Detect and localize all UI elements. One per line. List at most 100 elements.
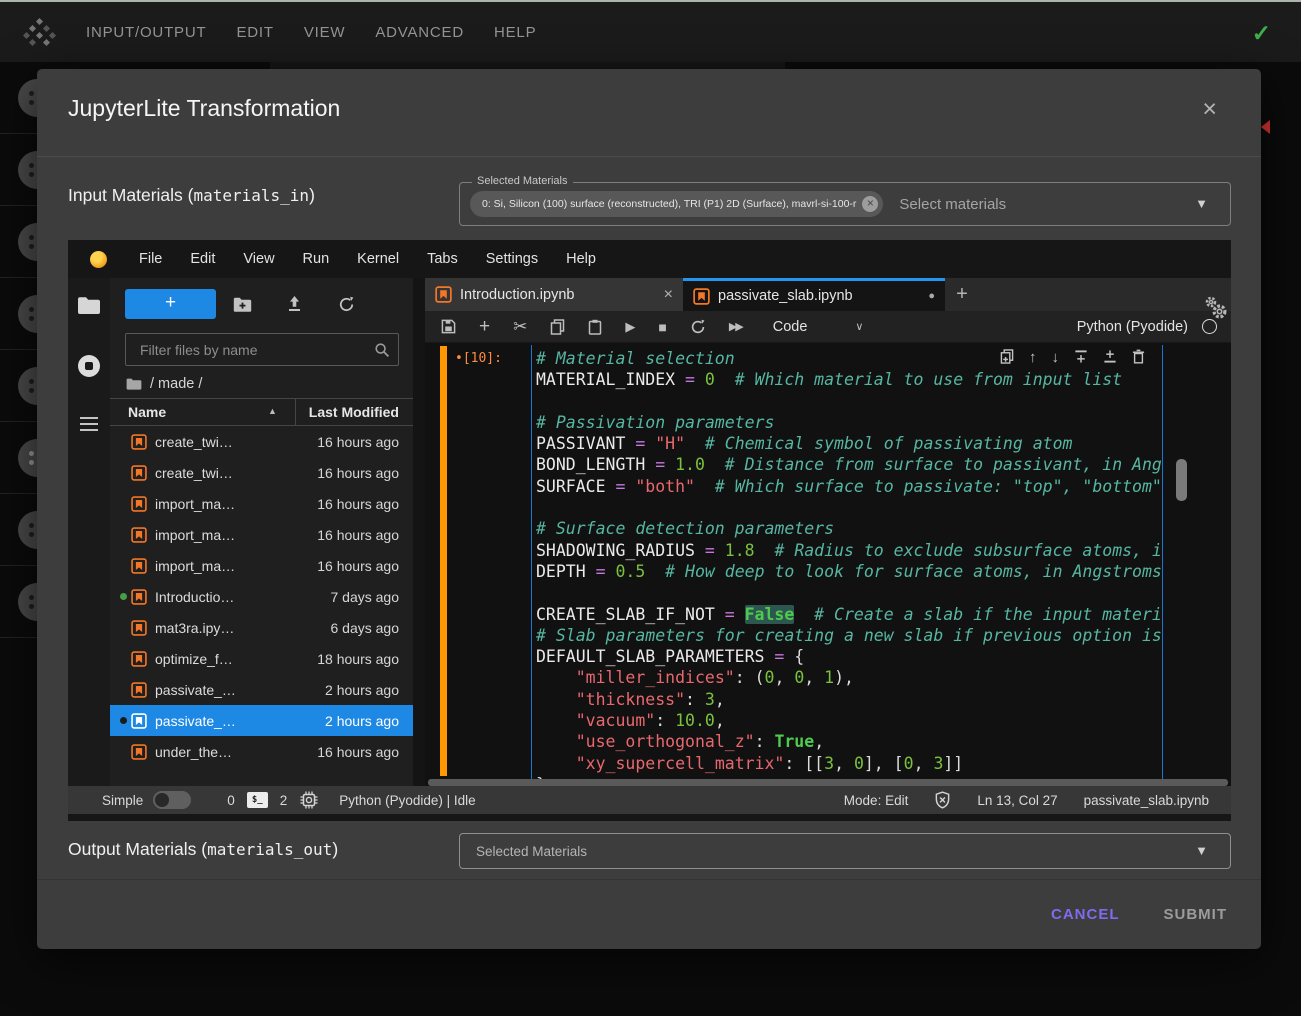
tab-introduction[interactable]: Introduction.ipynb × <box>425 278 683 311</box>
output-materials-select[interactable]: Selected Materials ▼ <box>459 833 1231 869</box>
move-cell-up-icon[interactable]: ↑ <box>1029 349 1037 367</box>
menu-view[interactable]: VIEW <box>304 24 346 41</box>
cell-collapser[interactable] <box>440 346 447 776</box>
file-name: import_ma… <box>155 527 235 543</box>
code-line: "xy_supercell_matrix": [[3, 0], [0, 3]] <box>536 753 1162 774</box>
paste-cells-icon[interactable] <box>588 319 602 335</box>
insert-cell-below-icon[interactable] <box>1103 349 1117 367</box>
input-materials-select[interactable]: Selected Materials 0: Si, Silicon (100) … <box>459 182 1231 226</box>
file-row[interactable]: under_the…16 hours ago <box>110 736 413 767</box>
jupyterlite-frame: File Edit View Run Kernel Tabs Settings … <box>68 240 1231 821</box>
refresh-icon[interactable] <box>320 296 372 313</box>
kernel-count[interactable]: 2 <box>280 793 288 808</box>
jmenu-help[interactable]: Help <box>552 251 610 267</box>
menu-edit[interactable]: EDIT <box>236 24 273 41</box>
file-row[interactable]: passivate_…2 hours ago <box>110 705 413 736</box>
file-row[interactable]: mat3ra.ipy…6 days ago <box>110 612 413 643</box>
jmenu-edit[interactable]: Edit <box>176 251 229 267</box>
filter-files-input[interactable] <box>138 341 374 359</box>
notebook-icon <box>131 558 147 574</box>
chip-remove-icon[interactable]: × <box>862 196 878 212</box>
material-chip[interactable]: 0: Si, Silicon (100) surface (reconstruc… <box>470 191 883 217</box>
column-name[interactable]: Name <box>128 404 166 420</box>
copy-cells-icon[interactable] <box>550 319 565 335</box>
code-line: "miller_indices": (0, 0, 1), <box>536 667 1162 688</box>
add-tab-icon[interactable]: + <box>945 278 979 311</box>
cancel-button[interactable]: CANCEL <box>1051 906 1120 923</box>
new-folder-icon[interactable] <box>216 297 268 312</box>
tab-passivate-slab[interactable]: passivate_slab.ipynb ● <box>683 278 945 311</box>
kernel-status-text[interactable]: Python (Pyodide) | Idle <box>339 793 475 808</box>
cut-cells-icon[interactable]: ✂ <box>513 317 527 337</box>
sort-ascending-icon[interactable]: ▲ <box>268 406 277 416</box>
menu-input-output[interactable]: INPUT/OUTPUT <box>86 24 206 41</box>
file-row[interactable]: create_twi…16 hours ago <box>110 426 413 457</box>
trust-shield-icon[interactable] <box>934 791 951 809</box>
jmenu-run[interactable]: Run <box>289 251 344 267</box>
table-of-contents-icon[interactable] <box>80 417 98 431</box>
file-row[interactable]: import_ma…16 hours ago <box>110 488 413 519</box>
kernel-picker[interactable]: Python (Pyodide) <box>1077 319 1217 335</box>
close-icon[interactable]: × <box>1202 97 1217 122</box>
file-modified-time: 6 days ago <box>331 620 400 636</box>
jmenu-view[interactable]: View <box>229 251 288 267</box>
notebook-icon <box>131 713 147 729</box>
code-line: "thickness": 3, <box>536 689 1162 710</box>
restart-run-all-icon[interactable]: ▶▶ <box>729 320 742 333</box>
app-logo-icon[interactable] <box>24 17 54 47</box>
code-cell: •[10]: # Material selectionMATERIAL_INDE… <box>425 343 1231 779</box>
duplicate-cell-icon[interactable] <box>1000 349 1014 367</box>
notebook-icon <box>131 434 147 450</box>
run-cell-icon[interactable]: ▶ <box>625 319 635 335</box>
horizontal-scrollbar[interactable] <box>428 779 1228 786</box>
breadcrumb[interactable]: / made / <box>126 376 413 392</box>
file-name: Introductio… <box>155 589 234 605</box>
file-row[interactable]: import_ma…16 hours ago <box>110 550 413 581</box>
insert-cell-icon[interactable]: + <box>479 316 490 338</box>
terminal-count[interactable]: 0 <box>227 793 235 808</box>
code-editor[interactable]: # Material selectionMATERIAL_INDEX = 0 #… <box>531 345 1163 779</box>
close-tab-icon[interactable]: × <box>664 286 673 304</box>
submit-button[interactable]: SUBMIT <box>1164 906 1228 923</box>
file-name: import_ma… <box>155 496 235 512</box>
workflow-node-handle <box>0 422 37 494</box>
file-browser-icon[interactable] <box>77 296 101 315</box>
file-modified-time: 18 hours ago <box>317 651 399 667</box>
new-launcher-button[interactable]: + <box>125 289 216 319</box>
file-browser-panel: + <box>110 278 425 786</box>
running-sessions-icon[interactable] <box>78 355 100 377</box>
settings-gears-icon[interactable] <box>1201 294 1231 324</box>
file-row[interactable]: create_twi…16 hours ago <box>110 457 413 488</box>
file-row[interactable]: Introductio…7 days ago <box>110 581 413 612</box>
check-icon[interactable]: ✓ <box>1252 20 1271 47</box>
jmenu-file[interactable]: File <box>125 251 176 267</box>
cell-type-dropdown[interactable]: Code ∨ <box>773 319 864 335</box>
chevron-down-icon[interactable]: ▼ <box>1195 196 1208 211</box>
simple-mode-toggle[interactable] <box>153 791 191 809</box>
move-cell-down-icon[interactable]: ↓ <box>1052 349 1060 367</box>
upload-icon[interactable] <box>268 296 320 312</box>
mode-indicator[interactable]: Mode: Edit <box>844 793 909 808</box>
jupyterlite-logo-icon <box>90 251 107 268</box>
jmenu-tabs[interactable]: Tabs <box>413 251 472 267</box>
file-modified-time: 16 hours ago <box>317 527 399 543</box>
vertical-scrollbar-thumb[interactable] <box>1176 459 1187 501</box>
code-line <box>536 582 1162 603</box>
cursor-position[interactable]: Ln 13, Col 27 <box>977 793 1057 808</box>
insert-cell-above-icon[interactable] <box>1074 349 1088 367</box>
file-row[interactable]: import_ma… 16 hours ago <box>110 519 413 550</box>
cell-toolbar: ↑ ↓ <box>1000 349 1145 367</box>
filter-files-box <box>125 333 399 366</box>
jmenu-settings[interactable]: Settings <box>472 251 552 267</box>
column-last-modified[interactable]: Last Modified <box>309 404 399 420</box>
menu-help[interactable]: HELP <box>494 24 536 41</box>
menu-advanced[interactable]: ADVANCED <box>375 24 464 41</box>
restart-kernel-icon[interactable] <box>690 319 706 335</box>
jmenu-kernel[interactable]: Kernel <box>343 251 413 267</box>
file-row[interactable]: passivate_…2 hours ago <box>110 674 413 705</box>
notebook-icon <box>131 527 147 543</box>
file-row[interactable]: optimize_f…18 hours ago <box>110 643 413 674</box>
save-icon[interactable] <box>441 319 456 334</box>
delete-cell-icon[interactable] <box>1132 349 1145 367</box>
stop-kernel-icon[interactable]: ■ <box>658 319 666 335</box>
